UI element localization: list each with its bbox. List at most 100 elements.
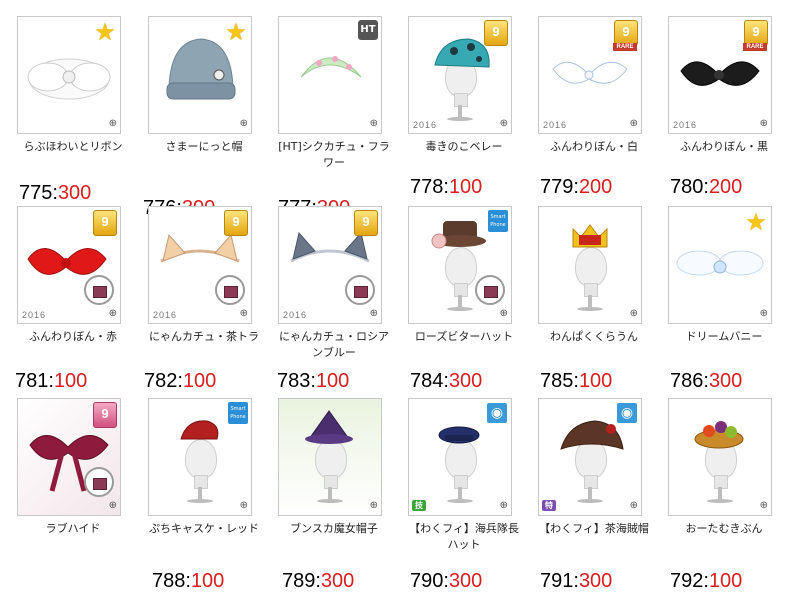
level-9-badge-icon: 9 <box>484 20 508 46</box>
magnifier-user-icon[interactable]: ⊕ <box>490 500 508 512</box>
item-price: 792:100 <box>670 570 743 592</box>
item-name: ふんわりぼん・赤 <box>29 330 117 343</box>
magnifier-user-icon[interactable]: ⊕ <box>620 500 638 512</box>
level-9-rare-badge-icon: 9 <box>613 20 638 51</box>
item-price: 788:100 <box>152 570 225 592</box>
skill-tag: 技 <box>412 500 426 511</box>
item-price: 780:200 <box>670 176 743 198</box>
level-9-badge-icon: 9 <box>93 210 117 236</box>
item-name: ふんわりぼん・黒 <box>680 140 768 153</box>
magnifier-user-icon[interactable]: ⊕ <box>490 308 508 320</box>
item-name: にゃんカチュ・茶トラ <box>149 330 259 343</box>
level-9-rare-badge-icon: 9 <box>743 20 768 51</box>
ht-badge-icon: HT <box>358 20 378 40</box>
item-name: ラブハイド <box>45 522 101 535</box>
item-thumbnail[interactable]: HT ⊕ <box>278 16 382 134</box>
gift-icon[interactable] <box>345 275 375 305</box>
crown-image <box>539 207 641 323</box>
item-thumbnail[interactable]: 9 2016 ⊕ <box>148 206 252 324</box>
smartphone-badge-icon: Smart Phone <box>488 210 508 232</box>
magnifier-user-icon[interactable]: ⊕ <box>750 500 768 512</box>
star-badge-icon: ★ <box>94 18 116 46</box>
magnifier-user-icon[interactable]: ⊕ <box>620 308 638 320</box>
item-name: 毒きのこベレー <box>425 140 503 153</box>
magnifier-user-icon[interactable]: ⊕ <box>360 308 378 320</box>
special-tag: 特 <box>542 500 556 511</box>
item-price: 785:100 <box>540 370 613 392</box>
level-9-badge-icon: 9 <box>224 210 248 236</box>
item-thumbnail[interactable]: 9 2016 ⊕ <box>408 16 512 134</box>
gift-icon[interactable] <box>215 275 245 305</box>
magnifier-user-icon[interactable]: ⊕ <box>750 308 768 320</box>
item-thumbnail[interactable]: ⊕ <box>278 398 382 516</box>
item-thumbnail[interactable]: 9 2016 ⊕ <box>668 16 772 134</box>
year-label: 2016 <box>413 120 438 130</box>
smartphone-badge-icon: Smart Phone <box>228 402 248 424</box>
level-9-badge-icon: 9 <box>354 210 378 236</box>
magnifier-user-icon[interactable]: ⊕ <box>360 500 378 512</box>
item-name: 【わくフィ】海兵隊長ハット <box>409 522 519 551</box>
item-price: 789:300 <box>282 570 355 592</box>
gift-icon[interactable] <box>475 275 505 305</box>
fish-badge-icon: ◉ <box>487 403 507 423</box>
item-price: 782:100 <box>144 370 217 392</box>
item-thumbnail[interactable]: 9 2016 ⊕ <box>538 16 642 134</box>
item-name: ふんわりぼん・白 <box>550 140 638 153</box>
magnifier-user-icon[interactable]: ⊕ <box>490 118 508 130</box>
magnifier-user-icon[interactable]: ⊕ <box>230 118 248 130</box>
autumn-fruit-hat-image <box>669 399 771 515</box>
item-name: ブンスカ魔女帽子 <box>290 522 378 535</box>
item-name: おーたむきぶん <box>685 522 763 535</box>
item-name: ぷちキャスケ・レッド <box>148 522 260 535</box>
item-thumbnail[interactable]: ⊕ <box>538 206 642 324</box>
magnifier-user-icon[interactable]: ⊕ <box>230 500 248 512</box>
level-9-badge-icon: 9 <box>93 402 117 428</box>
item-name: ローズビターハット <box>414 330 514 343</box>
item-name: らぶほわいとリボン <box>23 140 123 153</box>
item-price: 791:300 <box>540 570 613 592</box>
item-thumbnail[interactable]: ⊕ <box>668 398 772 516</box>
item-price: 781:100 <box>15 370 88 392</box>
item-thumbnail[interactable]: ◉ 特 ⊕ <box>538 398 642 516</box>
item-thumbnail[interactable]: 9 2016 ⊕ <box>17 206 121 324</box>
item-price: 784:300 <box>410 370 483 392</box>
item-price: 779:200 <box>540 176 613 198</box>
magnifier-user-icon[interactable]: ⊕ <box>99 118 117 130</box>
item-thumbnail[interactable]: Smart Phone ⊕ <box>148 398 252 516</box>
item-thumbnail[interactable]: ◉ 技 ⊕ <box>408 398 512 516</box>
item-price: 778:100 <box>410 176 483 198</box>
year-label: 2016 <box>153 310 178 320</box>
item-name: さまーにっと帽 <box>165 140 243 153</box>
item-name: ドリームバニー <box>685 330 763 343</box>
magnifier-user-icon[interactable]: ⊕ <box>99 308 117 320</box>
item-price: 786:300 <box>670 370 743 392</box>
gift-icon[interactable] <box>84 275 114 305</box>
item-thumbnail[interactable]: ★ ⊕ <box>17 16 121 134</box>
year-label: 2016 <box>673 120 698 130</box>
item-thumbnail[interactable]: Smart Phone ⊕ <box>408 206 512 324</box>
magnifier-user-icon[interactable]: ⊕ <box>750 118 768 130</box>
magnifier-user-icon[interactable]: ⊕ <box>230 308 248 320</box>
star-badge-icon: ★ <box>745 208 767 236</box>
item-thumbnail[interactable]: 9 2016 ⊕ <box>278 206 382 324</box>
magnifier-user-icon[interactable]: ⊕ <box>360 118 378 130</box>
witch-hat-image <box>279 399 381 515</box>
magnifier-user-icon[interactable]: ⊕ <box>99 500 117 512</box>
year-label: 2016 <box>283 310 308 320</box>
item-name: にゃんカチュ・ロシアンブルー <box>279 330 389 359</box>
year-label: 2016 <box>543 120 568 130</box>
magnifier-user-icon[interactable]: ⊕ <box>620 118 638 130</box>
item-price: 775:300 <box>19 182 92 204</box>
item-name: 【わくフィ】茶海賊帽 <box>539 522 649 535</box>
fish-badge-icon: ◉ <box>617 403 637 423</box>
year-label: 2016 <box>22 310 47 320</box>
item-name: わんぱくくらうん <box>550 330 638 343</box>
item-price: 790:300 <box>410 570 483 592</box>
item-name: [HT]シクカチュ・フラワー <box>278 140 390 169</box>
gift-icon[interactable] <box>84 467 114 497</box>
star-badge-icon: ★ <box>225 18 247 46</box>
item-thumbnail[interactable]: 9 ⊕ <box>17 398 121 516</box>
item-thumbnail[interactable]: ★ ⊕ <box>148 16 252 134</box>
item-thumbnail[interactable]: ★ ⊕ <box>668 206 772 324</box>
item-price: 783:100 <box>277 370 350 392</box>
